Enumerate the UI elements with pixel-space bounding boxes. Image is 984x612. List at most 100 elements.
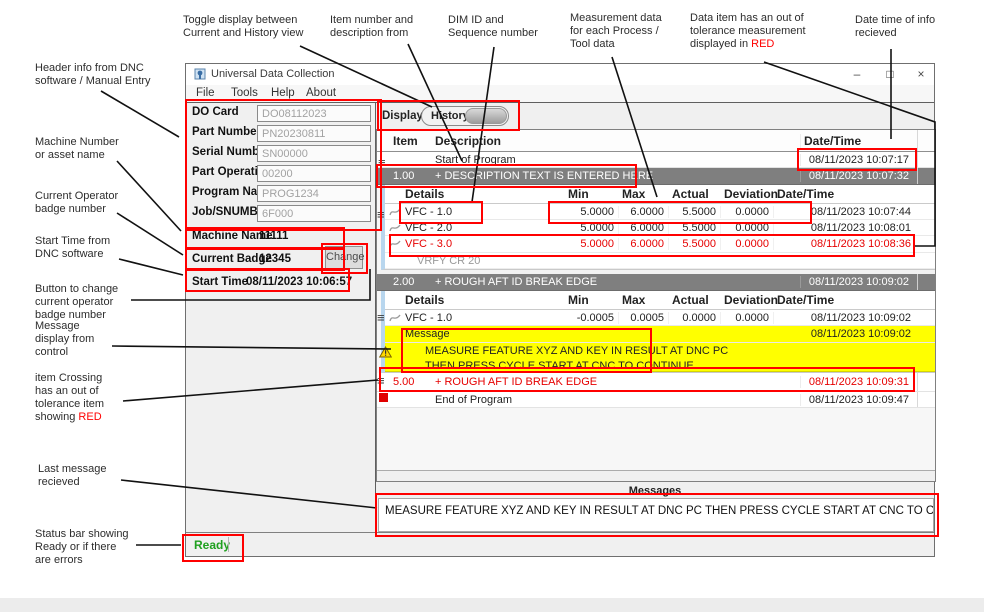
row-datetime: 08/11/2023 10:07:32	[800, 170, 917, 182]
details-section-1: Details Min Max Actual Deviation Date/Ti…	[381, 185, 935, 270]
col-max[interactable]: Max	[619, 293, 669, 307]
row-datetime: 08/11/2023 10:09:02	[800, 276, 917, 288]
toggle-knob[interactable]	[465, 108, 507, 124]
row-item-number: 1.00	[391, 170, 435, 182]
menu-file[interactable]: File	[196, 87, 215, 99]
table-row-start-of-program[interactable]: Start of Program 08/11/2023 10:07:17	[377, 152, 935, 168]
detail-subnote: VRFY CR 20	[385, 253, 935, 269]
measure-curve-icon	[389, 207, 401, 217]
row-menu-icon[interactable]: ≡	[377, 313, 385, 323]
maximize-button[interactable]: □	[879, 66, 901, 83]
col-item[interactable]: Item	[391, 134, 435, 148]
close-button[interactable]: ×	[910, 66, 932, 83]
job-snumb-label: Job/SNUMB	[192, 206, 258, 218]
details-header: Details Min Max Actual Deviation Date/Ti…	[385, 185, 935, 204]
table-row-vfc-2[interactable]: VFC - 2.0 5.0000 6.0000 5.5000 0.0000 08…	[385, 220, 935, 236]
horizontal-scrollbar[interactable]	[377, 470, 935, 481]
row-item-number: 2.00	[391, 276, 435, 288]
col-min[interactable]: Min	[565, 293, 619, 307]
note-out-of-tolerance-text: Data item has an out of tolerance measur…	[690, 12, 806, 50]
history-toggle[interactable]: History	[421, 106, 509, 126]
detail-name: VFC - 1.0	[405, 312, 565, 324]
table-row-vfc-1[interactable]: VFC - 1.0 5.0000 6.0000 5.5000 0.0000 08…	[385, 204, 935, 220]
col-details[interactable]: Details	[405, 187, 565, 201]
note-toggle-display: Toggle display between Current and Histo…	[183, 14, 303, 40]
col-min[interactable]: Min	[565, 187, 619, 201]
row-description: Start of Program	[435, 154, 800, 166]
part-operation-field[interactable]: 00200	[257, 165, 371, 182]
col-actual[interactable]: Actual	[669, 187, 721, 201]
row-datetime: 08/11/2023 10:09:47	[800, 394, 917, 406]
detail-deviation: 0.0000	[721, 206, 774, 218]
note-header-info: Header info from DNC software / Manual E…	[35, 62, 151, 88]
grid-header: Item Description Date/Time	[377, 130, 935, 152]
col-description[interactable]: Description	[435, 134, 800, 148]
detail-datetime: 08/11/2023 10:09:02	[774, 312, 914, 324]
table-row-vfc-1-sec2[interactable]: VFC - 1.0 -0.0005 0.0005 0.0000 0.0000 0…	[385, 310, 935, 326]
measure-curve-icon	[389, 239, 401, 249]
status-bar: Ready	[186, 532, 934, 556]
message-row-label: Message	[405, 328, 565, 340]
table-row-item-1[interactable]: 1.00 + DESCRIPTION TEXT IS ENTERED HERE …	[377, 168, 935, 185]
detail-min: 5.0000	[565, 222, 619, 234]
note-status-bar: Status bar showing Ready or if there are…	[35, 528, 129, 567]
table-row-item-2[interactable]: 2.00 + ROUGH AFT ID BREAK EDGE 08/11/202…	[377, 274, 935, 291]
do-card-label: DO Card	[192, 106, 239, 118]
note-current-operator: Current Operator badge number	[35, 190, 118, 216]
serial-number-field[interactable]: SN00000	[257, 145, 371, 162]
row-description: + ROUGH AFT ID BREAK EDGE	[435, 276, 800, 288]
note-last-message: Last message recieved	[38, 463, 106, 489]
job-snumb-field[interactable]: 6F000	[257, 205, 371, 222]
change-badge-button[interactable]: Change	[325, 246, 363, 269]
col-datetime[interactable]: Date/Time	[800, 134, 917, 148]
detail-min: -0.0005	[565, 312, 619, 324]
col-deviation[interactable]: Deviation	[721, 293, 774, 307]
minimize-button[interactable]: –	[846, 66, 868, 83]
start-time-value: 08/11/2023 10:06:57	[246, 276, 352, 288]
detail-actual: 5.5000	[669, 238, 721, 250]
program-name-field[interactable]: PROG1234	[257, 185, 371, 202]
table-row-item-5-out-of-tolerance[interactable]: 5.00 + ROUGH AFT ID BREAK EDGE 08/11/202…	[377, 373, 935, 392]
col-actual[interactable]: Actual	[669, 293, 721, 307]
row-description: End of Program	[435, 394, 800, 406]
measure-curve-icon	[389, 223, 401, 233]
table-row-message[interactable]: Message 08/11/2023 10:09:02	[385, 326, 935, 343]
measure-curve-icon	[389, 313, 401, 323]
row-item-number: 5.00	[391, 376, 435, 388]
table-row-end-of-program[interactable]: End of Program 08/11/2023 10:09:47	[377, 392, 935, 408]
note-out-of-tolerance: Data item has an out of tolerance measur…	[690, 12, 806, 51]
note-date-time: Date time of info recieved	[855, 14, 935, 40]
note-message-display: Message display from control	[35, 320, 94, 359]
note-measurement-data: Measurement data for each Process / Tool…	[570, 12, 662, 51]
row-menu-icon[interactable]: ≡	[378, 158, 386, 168]
row-menu-icon[interactable]: ≡	[377, 376, 385, 386]
detail-max: 6.0000	[619, 238, 669, 250]
detail-name: VFC - 2.0	[405, 222, 565, 234]
col-details[interactable]: Details	[405, 293, 565, 307]
col-deviation[interactable]: Deviation	[721, 187, 774, 201]
detail-name: VFC - 1.0	[405, 206, 565, 218]
do-card-field[interactable]: DO08112023	[257, 105, 371, 122]
note-change-button: Button to change current operator badge …	[35, 283, 118, 322]
part-number-field[interactable]: PN20230811	[257, 125, 371, 142]
messages-section-title: Messages	[376, 485, 934, 497]
detail-datetime: 08/11/2023 10:07:44	[774, 206, 914, 218]
detail-actual: 0.0000	[669, 312, 721, 324]
row-menu-icon[interactable]: ≡	[377, 210, 385, 220]
app-icon	[194, 68, 206, 80]
note-start-time: Start Time from DNC software	[35, 235, 110, 261]
detail-min: 5.0000	[565, 238, 619, 250]
row-datetime: 08/11/2023 10:09:31	[800, 376, 917, 388]
note-dim-id: DIM ID and Sequence number	[448, 14, 538, 40]
menu-help[interactable]: Help	[271, 87, 295, 99]
row-description: + ROUGH AFT ID BREAK EDGE	[435, 376, 800, 388]
col-datetime[interactable]: Date/Time	[774, 187, 914, 201]
col-datetime[interactable]: Date/Time	[774, 293, 914, 307]
menu-about[interactable]: About	[306, 87, 336, 99]
note-item-crossing: item Crossing has an out of tolerance it…	[35, 372, 104, 424]
details-section-2: Details Min Max Actual Deviation Date/Ti…	[381, 291, 935, 373]
menu-tools[interactable]: Tools	[231, 87, 258, 99]
table-row-vfc-3-out-of-tolerance[interactable]: VFC - 3.0 5.0000 6.0000 5.5000 0.0000 08…	[385, 236, 935, 253]
col-max[interactable]: Max	[619, 187, 669, 201]
titlebar[interactable]: Universal Data Collection – □ ×	[186, 64, 934, 85]
